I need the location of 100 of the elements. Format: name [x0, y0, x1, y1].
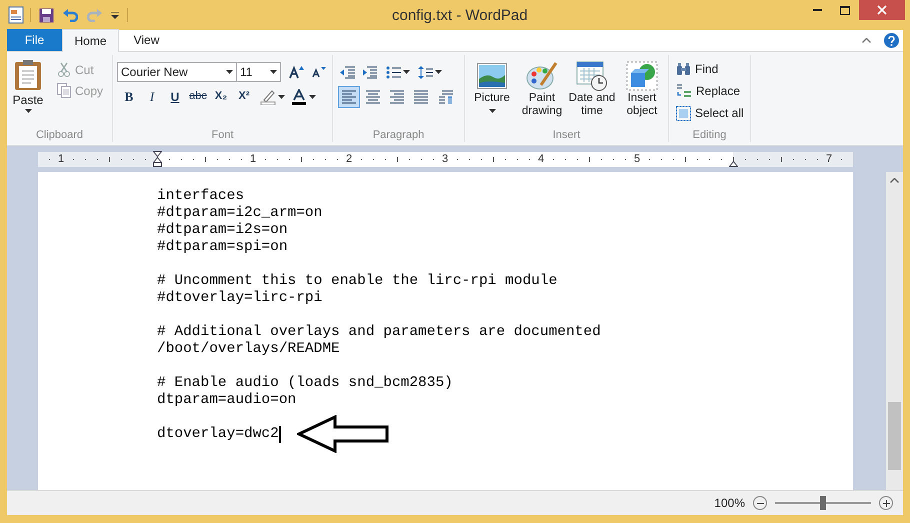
- document-line: #dtparam=i2s=on: [157, 222, 288, 239]
- paste-button[interactable]: Paste: [7, 55, 49, 128]
- calendar-clock-icon: [576, 61, 608, 91]
- font-family-dropdown[interactable]: Courier New: [117, 62, 237, 82]
- date-and-time-button[interactable]: Date and time: [567, 60, 617, 128]
- minimize-icon: [812, 9, 822, 11]
- save-button[interactable]: [37, 6, 55, 24]
- ruler-number: 7: [826, 152, 832, 166]
- document-line: dtoverlay=dwc2: [157, 426, 279, 443]
- document-line: /boot/overlays/README: [157, 341, 340, 358]
- caret-icon: [226, 70, 233, 74]
- align-left-icon: [342, 90, 356, 104]
- shrink-font-icon: [312, 66, 326, 78]
- superscript-button[interactable]: X²: [234, 86, 254, 107]
- file-menu-button[interactable]: File: [7, 29, 62, 51]
- ruler-number: 1: [250, 152, 256, 166]
- close-icon: [877, 5, 887, 15]
- justify-icon: [414, 90, 428, 104]
- underline-button[interactable]: U: [165, 86, 185, 107]
- window-title: config.txt - WordPad: [392, 6, 528, 26]
- group-label: Insert: [552, 128, 582, 142]
- ribbon-tab[interactable]: View: [119, 29, 174, 51]
- ruler-number: 4: [538, 152, 544, 166]
- replace-button[interactable]: Replace: [674, 80, 746, 102]
- align-right-icon: [390, 90, 404, 104]
- wordpad-icon: [8, 6, 24, 24]
- italic-button[interactable]: I: [142, 86, 162, 107]
- question-mark-icon: [888, 36, 895, 46]
- strikethrough-button[interactable]: abc: [188, 86, 208, 107]
- font-size-dropdown[interactable]: 11: [237, 62, 281, 82]
- zoom-in-button[interactable]: [879, 496, 893, 510]
- caret-icon: [435, 70, 442, 74]
- document-line: # Additional overlays and parameters are documented: [157, 324, 601, 341]
- close-button[interactable]: [859, 0, 905, 20]
- copy-icon: [57, 83, 71, 98]
- vertical-scrollbar[interactable]: [886, 172, 903, 490]
- scrollbar-thumb[interactable]: [888, 402, 901, 470]
- zoom-slider[interactable]: [775, 496, 871, 510]
- document-line: # Uncomment this to enable the lirc-rpi module: [157, 273, 558, 290]
- group-label: Font: [210, 128, 234, 142]
- insert-object-button[interactable]: Insert object: [617, 60, 667, 128]
- caret-icon: [403, 70, 410, 74]
- increase-indent-icon: [362, 66, 376, 78]
- document-line: # Enable audio (loads snd_bcm2835): [157, 375, 453, 392]
- paint-palette-icon: [526, 61, 558, 91]
- highlighter-pen-icon: [260, 88, 276, 104]
- ruler-number: 5: [634, 152, 640, 166]
- undo-arrow-icon: [62, 8, 78, 22]
- ribbon-tab[interactable]: Home: [62, 29, 119, 52]
- group-label: Editing: [692, 128, 728, 142]
- bullet-list-icon: [386, 66, 401, 78]
- paint-drawing-button[interactable]: Paint drawing: [517, 60, 567, 128]
- font-size-value: 11: [240, 64, 252, 81]
- font-color-button[interactable]: [291, 86, 316, 107]
- scroll-up-icon: [890, 178, 899, 183]
- group-label: Paragraph: [372, 128, 426, 142]
- font-color-icon: [291, 88, 307, 104]
- ruler-number: 1: [58, 152, 64, 166]
- zoom-out-button[interactable]: [753, 496, 767, 510]
- align-left-button[interactable]: [338, 86, 360, 108]
- document-line: dtparam=audio=on: [157, 392, 296, 409]
- redo-arrow-icon: [86, 8, 102, 22]
- line-spacing-button[interactable]: [418, 63, 442, 81]
- chevron-up-icon: [862, 38, 870, 43]
- grow-font-icon: [289, 65, 305, 79]
- plus-icon: [882, 500, 890, 506]
- select-all-button[interactable]: Select all: [674, 102, 746, 124]
- zoom-level: 100%: [714, 495, 745, 512]
- caret-icon: [270, 70, 277, 74]
- help-button[interactable]: [884, 33, 899, 48]
- minus-icon: [756, 502, 764, 504]
- find-button[interactable]: Find: [674, 58, 746, 80]
- maximize-icon: [840, 6, 850, 14]
- caret-icon: [309, 94, 316, 98]
- clipboard-icon: [14, 59, 42, 91]
- ruler-number: 2: [346, 152, 352, 166]
- paragraph-mark-icon: [439, 90, 453, 104]
- document-line: #dtoverlay=lirc-rpi: [157, 290, 322, 307]
- decrease-indent-icon: [340, 66, 354, 78]
- scissors-icon: [57, 62, 71, 77]
- dotted-square-icon: [676, 106, 691, 120]
- document-page[interactable]: [38, 172, 853, 490]
- caret-icon: [24, 109, 32, 113]
- picture-button[interactable]: Picture: [467, 60, 517, 128]
- caret-icon: [278, 94, 285, 98]
- indent-marker-icon: [153, 150, 162, 166]
- align-center-icon: [366, 90, 380, 104]
- document-line: #dtparam=i2c_arm=on: [157, 205, 322, 222]
- landscape-picture-icon: [477, 63, 507, 89]
- font-family-value: Courier New: [121, 64, 188, 81]
- replace-letters-icon: [676, 84, 692, 98]
- group-label: Clipboard: [34, 128, 84, 142]
- document-line: interfaces: [157, 188, 244, 205]
- ruler[interactable]: 1 1 2 3 4 5 7: [38, 152, 853, 166]
- right-indent-marker-icon: [729, 160, 738, 166]
- line-spacing-icon: [418, 66, 433, 78]
- dropdown-icon: [111, 12, 119, 18]
- subscript-button[interactable]: X₂: [211, 86, 231, 107]
- undo-button[interactable]: [61, 6, 79, 24]
- bold-button[interactable]: B: [119, 86, 139, 107]
